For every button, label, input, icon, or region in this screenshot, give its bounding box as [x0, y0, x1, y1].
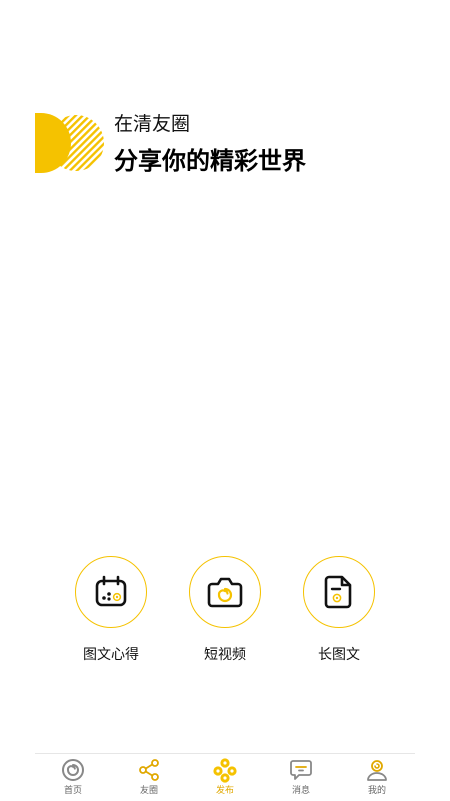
spiral-icon: [62, 759, 84, 781]
action-ring[interactable]: [75, 556, 147, 628]
tab-publish[interactable]: 发布: [195, 757, 255, 801]
document-icon: [324, 575, 352, 609]
action-short-video[interactable]: 短视频: [165, 556, 285, 664]
tab-profile[interactable]: 我的: [347, 757, 407, 801]
bottom-tab-bar: 首页 友圈 发布 消息 我的: [35, 753, 415, 801]
hero-header: 在清友圈 分享你的精彩世界: [35, 112, 335, 176]
camera-icon: [207, 577, 243, 608]
tab-home[interactable]: 首页: [43, 757, 103, 801]
share-icon: [139, 759, 159, 781]
tab-label: 首页: [63, 786, 82, 796]
tab-label: 消息: [291, 786, 310, 796]
action-image-text[interactable]: 图文心得: [51, 556, 171, 664]
message-icon: [290, 760, 312, 780]
action-label: 图文心得: [83, 647, 139, 663]
action-ring[interactable]: [303, 556, 375, 628]
action-label: 短视频: [204, 647, 246, 663]
tab-label: 我的: [367, 786, 386, 796]
tab-circle[interactable]: 友圈: [119, 757, 179, 801]
brand-logo-icon: [35, 113, 104, 173]
action-ring[interactable]: [189, 556, 261, 628]
action-long-article[interactable]: 长图文: [279, 556, 399, 664]
tab-messages[interactable]: 消息: [271, 757, 331, 801]
hero-title: 分享你的精彩世界: [114, 147, 306, 175]
profile-icon: [367, 760, 387, 781]
hero-subtitle: 在清友圈: [114, 113, 191, 135]
publish-icon: [213, 758, 237, 783]
tab-label: 发布: [215, 786, 234, 796]
calendar-icon: [95, 575, 127, 607]
publish-actions: 图文心得 短视频 长图文: [0, 556, 450, 676]
action-label: 长图文: [318, 647, 360, 663]
tab-label: 友圈: [139, 786, 158, 796]
